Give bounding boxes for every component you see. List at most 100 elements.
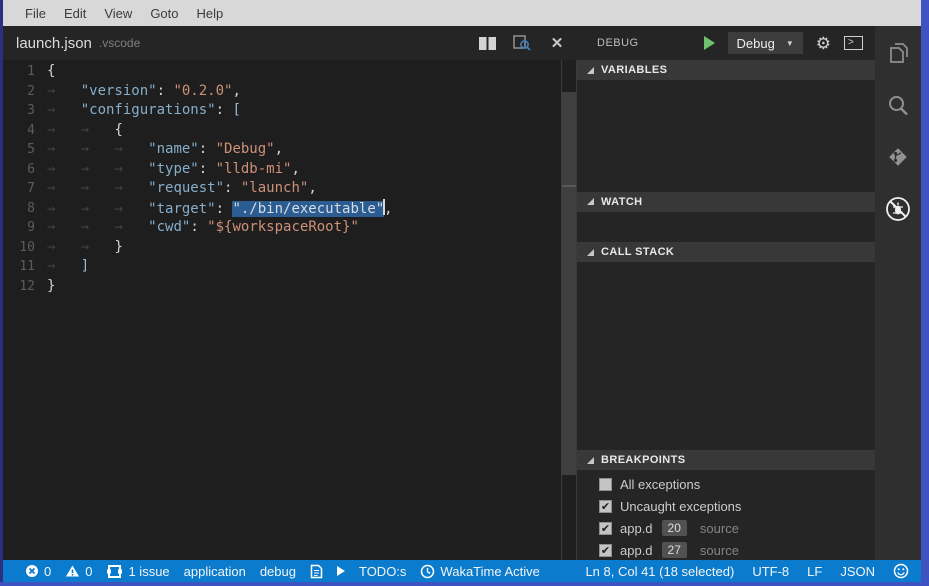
tab-whitespace-arrow: → — [47, 201, 81, 217]
activity-files[interactable] — [883, 38, 913, 68]
eol-selector[interactable]: LF — [807, 564, 822, 579]
code-line[interactable]: 1{ — [3, 62, 561, 82]
line-number[interactable]: 11 — [3, 257, 47, 277]
code-token-key: "version" — [81, 83, 157, 99]
collapse-triangle-icon — [587, 67, 594, 74]
checkbox-checked[interactable]: ✔ — [599, 522, 612, 535]
cursor-position[interactable]: Ln 8, Col 41 (18 selected) — [585, 564, 734, 579]
task-debug[interactable]: debug — [260, 564, 296, 579]
breakpoint-label: Uncaught exceptions — [620, 499, 741, 514]
code-token-punct: , — [275, 141, 283, 157]
code-line[interactable]: 5→ → → "name": "Debug", — [3, 140, 561, 160]
code-line[interactable]: 2→ "version": "0.2.0", — [3, 82, 561, 102]
line-number[interactable]: 9 — [3, 218, 47, 238]
line-number[interactable]: 7 — [3, 179, 47, 199]
open-file-name[interactable]: launch.json — [16, 35, 92, 52]
launch-config-dropdown[interactable]: Debug ▼ — [728, 32, 803, 54]
call-stack-body — [577, 262, 875, 450]
breakpoint-item[interactable]: ✔ Uncaught exceptions — [577, 495, 875, 517]
issues-status[interactable]: 1 issue — [106, 564, 169, 579]
tab-whitespace-arrow: → — [47, 141, 81, 157]
activity-debug[interactable] — [883, 194, 913, 224]
menu-goto[interactable]: Goto — [141, 6, 187, 21]
code-token-bracket: ] — [81, 258, 89, 274]
line-number[interactable]: 6 — [3, 160, 47, 180]
todo-status[interactable]: TODO:s — [359, 564, 406, 579]
code-token-key: "target" — [148, 201, 215, 217]
section-label: VARIABLES — [601, 64, 667, 76]
section-breakpoints[interactable]: BREAKPOINTS — [577, 450, 875, 470]
run-task-button[interactable] — [337, 566, 345, 576]
code-line[interactable]: 11→ ] — [3, 257, 561, 277]
breakpoint-item[interactable]: ✔app.d27source — [577, 539, 875, 560]
line-number[interactable]: 12 — [3, 277, 47, 297]
code-line[interactable]: 8→ → → "target": "./bin/executable", — [3, 199, 561, 219]
checkbox-unchecked[interactable] — [599, 478, 612, 491]
menu-bar: File Edit View Goto Help — [3, 0, 921, 26]
section-call-stack[interactable]: CALL STACK — [577, 242, 875, 262]
close-icon: ✕ — [551, 34, 564, 52]
activity-git[interactable] — [883, 142, 913, 172]
editor-scrollbar[interactable] — [561, 60, 577, 560]
code-text: → "version": "0.2.0", — [47, 82, 241, 102]
menu-file[interactable]: File — [16, 6, 55, 21]
editor-group: launch.json .vscode — [3, 26, 577, 560]
section-label: BREAKPOINTS — [601, 454, 685, 466]
code-token-key: "cwd" — [148, 219, 190, 235]
menu-view[interactable]: View — [95, 6, 141, 21]
scrollbar-slider[interactable] — [562, 92, 576, 475]
code-line[interactable]: 7→ → → "request": "launch", — [3, 179, 561, 199]
menu-edit[interactable]: Edit — [55, 6, 95, 21]
feedback-button[interactable] — [893, 563, 909, 579]
breakpoint-item[interactable]: All exceptions — [577, 473, 875, 495]
code-line[interactable]: 3→ "configurations": [ — [3, 101, 561, 121]
encoding-selector[interactable]: UTF-8 — [752, 564, 789, 579]
code-token-punct: : — [216, 102, 233, 118]
code-line[interactable]: 10→ → } — [3, 238, 561, 258]
section-variables[interactable]: VARIABLES — [577, 60, 875, 80]
cursor-position-value: Ln 8, Col 41 (18 selected) — [585, 564, 734, 579]
wakatime-status[interactable]: WakaTime Active — [420, 564, 539, 579]
variables-body — [577, 80, 875, 192]
code-token-key: "configurations" — [81, 102, 216, 118]
task-application[interactable]: application — [184, 564, 246, 579]
checkbox-checked[interactable]: ✔ — [599, 544, 612, 557]
code-token-punct: , — [384, 201, 392, 217]
debug-console-button[interactable]: > — [844, 36, 863, 50]
activity-search[interactable] — [883, 90, 913, 120]
code-line[interactable]: 4→ → { — [3, 121, 561, 141]
split-editor-button[interactable] — [477, 33, 497, 53]
code-editor[interactable]: 1{2→ "version": "0.2.0",3→ "configuratio… — [3, 60, 561, 560]
checkbox-checked[interactable]: ✔ — [599, 500, 612, 513]
breakpoint-origin: source — [700, 521, 739, 536]
error-count[interactable]: 0 — [25, 564, 51, 579]
preview-button[interactable] — [512, 33, 532, 53]
tab-whitespace-arrow: → — [81, 239, 115, 255]
notes-file-button[interactable] — [310, 564, 323, 579]
line-number[interactable]: 8 — [3, 199, 47, 219]
code-text: → → → "name": "Debug", — [47, 140, 283, 160]
line-number[interactable]: 2 — [3, 82, 47, 102]
section-label: WATCH — [601, 196, 643, 208]
close-editor-button[interactable]: ✕ — [547, 33, 567, 53]
gear-icon[interactable]: ⚙ — [816, 35, 831, 52]
code-line[interactable]: 12} — [3, 277, 561, 297]
code-token-str: "Debug" — [216, 141, 275, 157]
line-number[interactable]: 4 — [3, 121, 47, 141]
language-mode-selector[interactable]: JSON — [840, 564, 875, 579]
line-number[interactable]: 5 — [3, 140, 47, 160]
line-number[interactable]: 10 — [3, 238, 47, 258]
encoding-value: UTF-8 — [752, 564, 789, 579]
warning-count[interactable]: 0 — [65, 564, 92, 579]
breakpoint-item[interactable]: ✔app.d20source — [577, 517, 875, 539]
line-number[interactable]: 1 — [3, 62, 47, 82]
tab-whitespace-arrow: → — [114, 141, 148, 157]
code-text: → → → "type": "lldb-mi", — [47, 160, 300, 180]
section-watch[interactable]: WATCH — [577, 192, 875, 212]
start-debug-button[interactable] — [704, 36, 715, 50]
menu-help[interactable]: Help — [188, 6, 233, 21]
code-line[interactable]: 6→ → → "type": "lldb-mi", — [3, 160, 561, 180]
line-number[interactable]: 3 — [3, 101, 47, 121]
tab-whitespace-arrow: → — [47, 83, 81, 99]
code-line[interactable]: 9→ → → "cwd": "${workspaceRoot}" — [3, 218, 561, 238]
